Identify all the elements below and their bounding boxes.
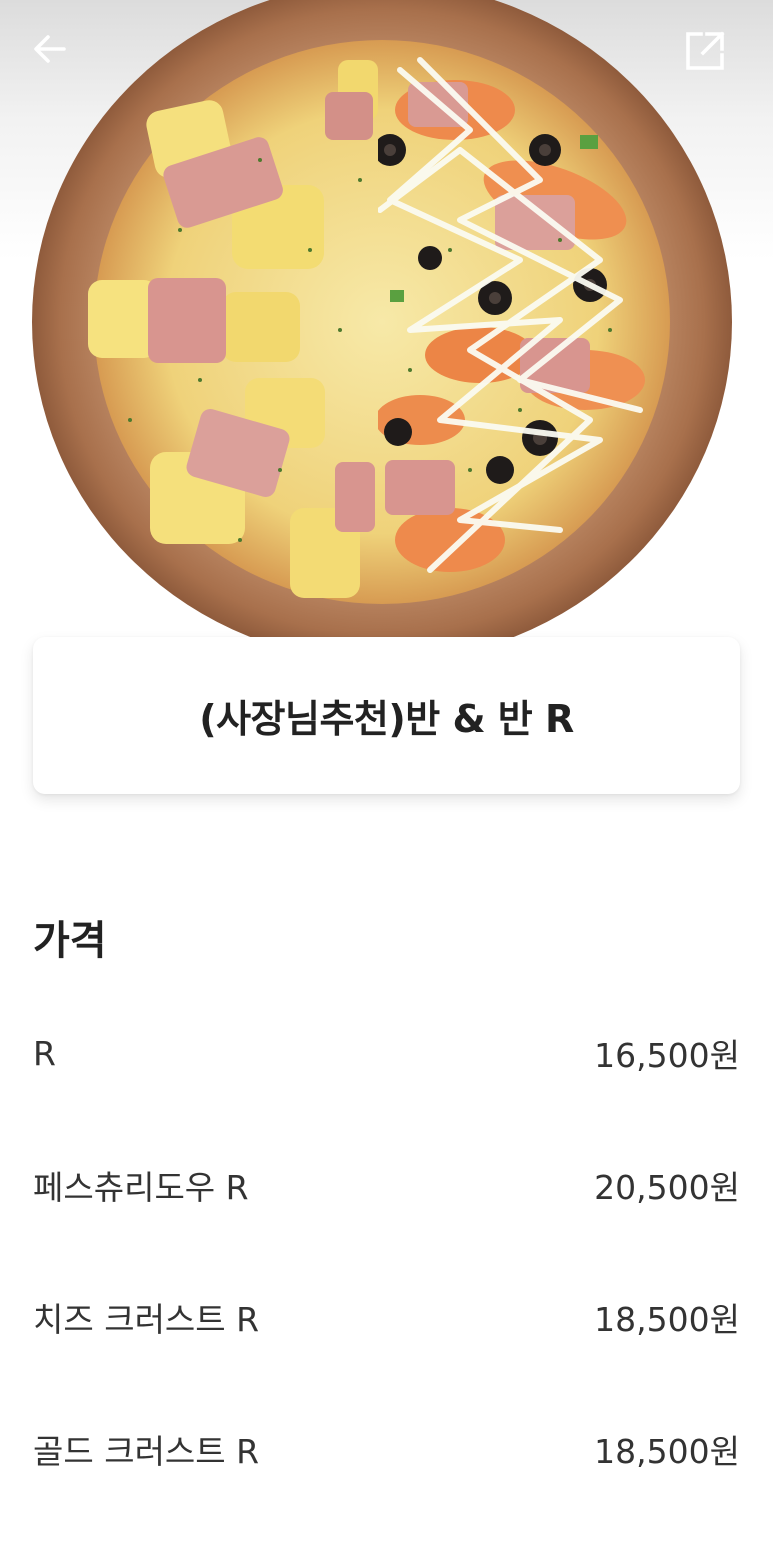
pizza-illustration (32, 0, 732, 640)
price-option-value: 18,500원 (594, 1300, 740, 1339)
back-arrow-icon (34, 35, 66, 63)
price-row: 페스츄리도우 R 20,500원 (33, 1132, 740, 1264)
price-option-value: 20,500원 (594, 1168, 740, 1207)
product-title: (사장님추천)반 & 반 R (199, 697, 574, 741)
product-title-card: (사장님추천)반 & 반 R (33, 637, 740, 794)
price-option-name: 페스츄리도우 R (33, 1168, 249, 1207)
share-button[interactable] (683, 29, 743, 89)
price-list: R 16,500원 페스츄리도우 R 20,500원 치즈 크러스트 R 18,… (33, 1000, 740, 1528)
price-option-value: 16,500원 (594, 1036, 740, 1075)
price-section-title: 가격 (33, 918, 107, 964)
price-option-value: 18,500원 (594, 1432, 740, 1471)
share-icon (686, 31, 725, 70)
price-row: R 16,500원 (33, 1000, 740, 1132)
price-option-name: R (33, 1033, 56, 1073)
back-button[interactable] (30, 29, 90, 89)
price-option-name: 치즈 크러스트 R (33, 1300, 260, 1339)
product-detail-screen: (사장님추천)반 & 반 R 가격 R 16,500원 페스츄리도우 R 20,… (0, 0, 773, 1560)
price-row: 골드 크러스트 R 18,500원 (33, 1396, 740, 1528)
product-image (0, 0, 773, 640)
price-option-name: 골드 크러스트 R (33, 1432, 260, 1471)
price-row: 치즈 크러스트 R 18,500원 (33, 1264, 740, 1396)
